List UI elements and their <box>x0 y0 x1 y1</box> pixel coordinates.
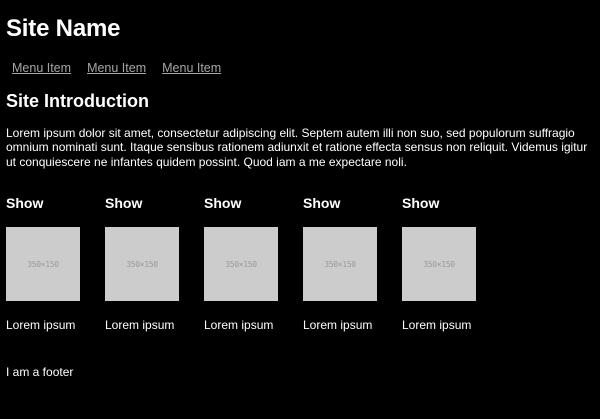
thumbnail-placeholder-text: 350×150 <box>126 259 158 269</box>
nav-menu-item-2[interactable]: Menu Item <box>87 60 146 76</box>
show-thumbnail[interactable]: 350×150 <box>204 227 278 301</box>
nav-menu-item-3[interactable]: Menu Item <box>162 60 221 76</box>
footer: I am a footer <box>6 365 74 379</box>
show-caption: Lorem ipsum <box>402 318 472 332</box>
show-caption: Lorem ipsum <box>6 318 76 332</box>
show-title: Show <box>105 195 143 211</box>
show-thumbnail[interactable]: 350×150 <box>303 227 377 301</box>
show-thumbnail[interactable]: 350×150 <box>6 227 80 301</box>
intro-heading: Site Introduction <box>6 91 149 111</box>
show-title: Show <box>303 195 341 211</box>
show-title: Show <box>402 195 440 211</box>
show-title: Show <box>6 195 44 211</box>
thumbnail-placeholder-text: 350×150 <box>423 259 455 269</box>
show-thumbnail[interactable]: 350×150 <box>402 227 476 301</box>
nav-menu-item-1[interactable]: Menu Item <box>12 60 71 76</box>
show-caption: Lorem ipsum <box>204 318 274 332</box>
site-name[interactable]: Site Name <box>6 14 120 44</box>
show-thumbnail[interactable]: 350×150 <box>105 227 179 301</box>
main-nav: Menu Item Menu Item Menu Item <box>12 60 237 76</box>
thumbnail-placeholder-text: 350×150 <box>225 259 257 269</box>
show-caption: Lorem ipsum <box>105 318 175 332</box>
thumbnail-placeholder-text: 350×150 <box>27 259 59 269</box>
show-title: Show <box>204 195 242 211</box>
intro-text: Lorem ipsum dolor sit amet, consectetur … <box>6 126 588 169</box>
show-caption: Lorem ipsum <box>303 318 373 332</box>
thumbnail-placeholder-text: 350×150 <box>324 259 356 269</box>
page: Site Name Menu Item Menu Item Menu Item … <box>0 0 600 419</box>
